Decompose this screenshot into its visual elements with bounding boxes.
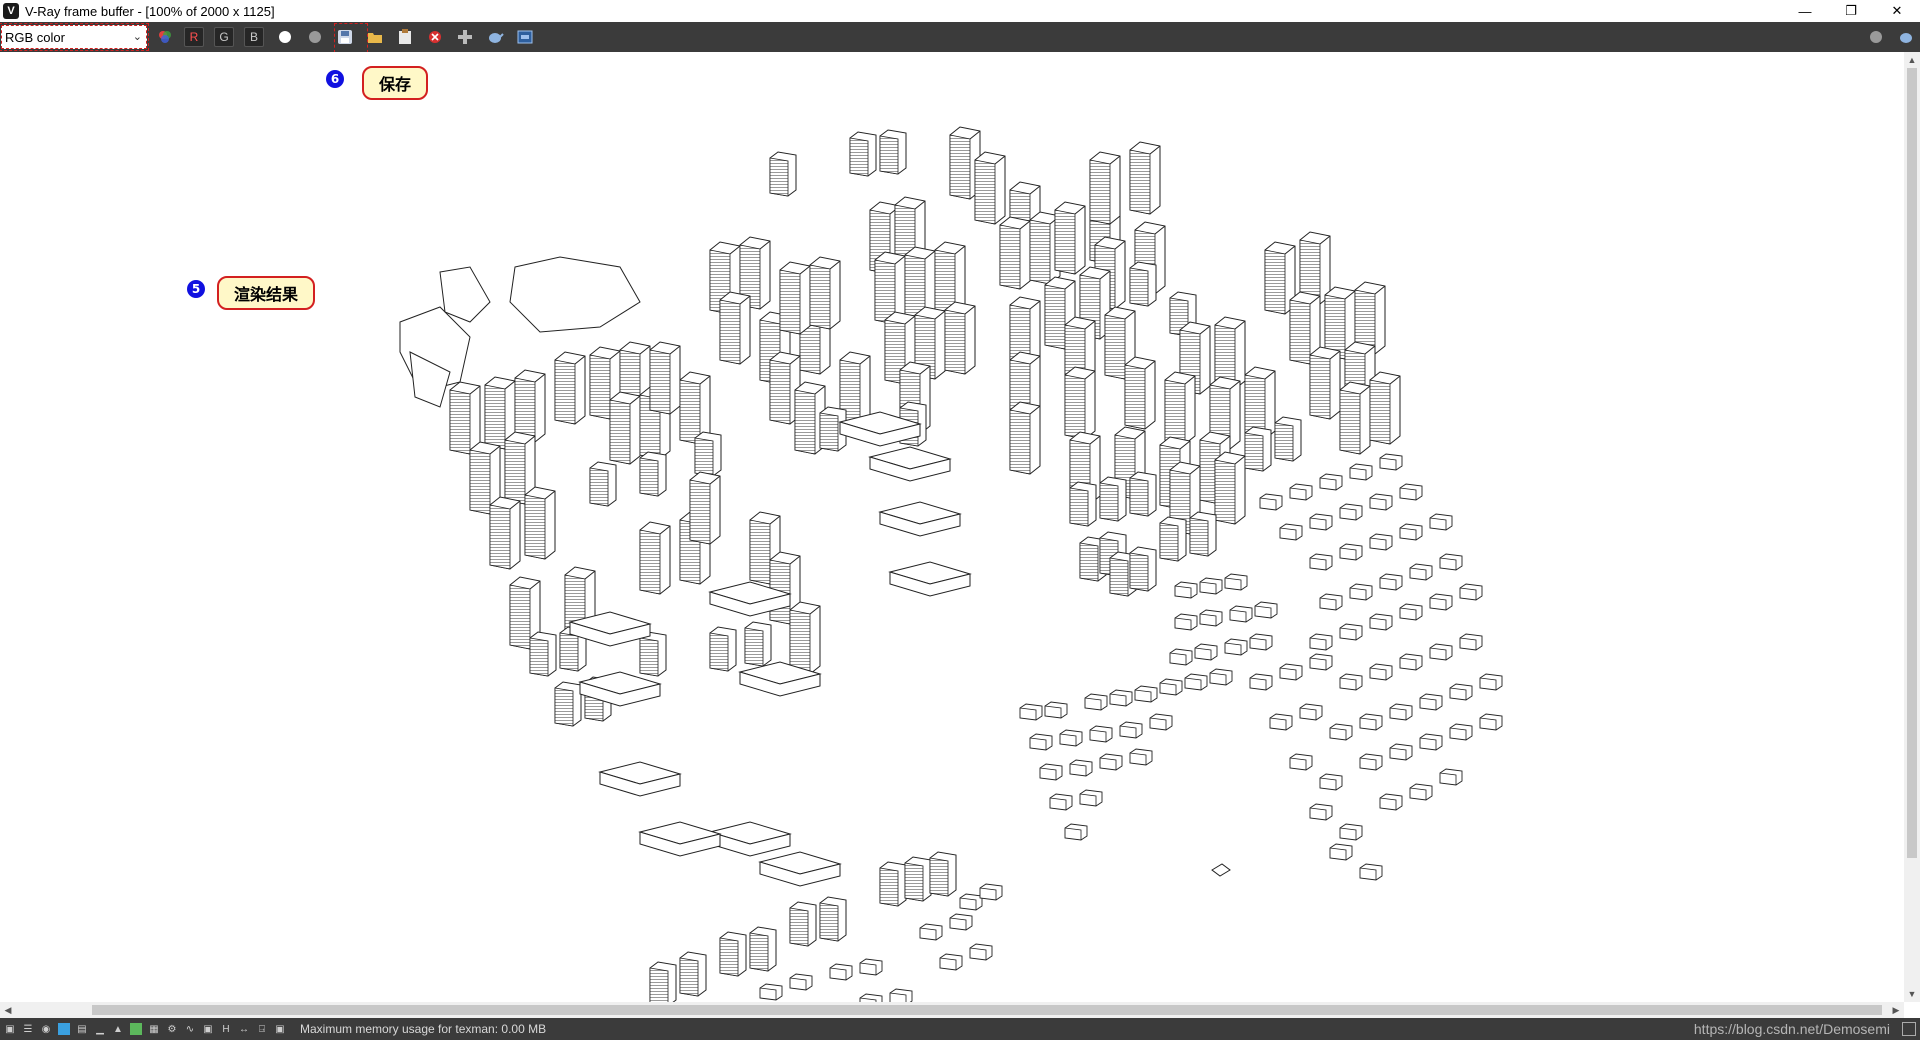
scroll-down-icon[interactable]: ▼ — [1904, 986, 1920, 1002]
render-step-badge: 5 — [187, 280, 205, 298]
split-icon[interactable]: ⍈ — [256, 1023, 268, 1035]
resize-grip-icon[interactable] — [1902, 1022, 1916, 1036]
save-step-badge: 6 — [326, 70, 344, 88]
right-tools — [1866, 27, 1916, 47]
render-settings-icon[interactable] — [1866, 27, 1886, 47]
layers-icon[interactable]: ▤ — [76, 1023, 88, 1035]
histogram-icon[interactable]: ▁ — [94, 1023, 106, 1035]
image-icon[interactable] — [130, 1023, 142, 1035]
vertical-scrollbar[interactable]: ▲ ▼ — [1904, 52, 1920, 1002]
save-callout: 保存 — [362, 66, 428, 100]
horizontal-scrollbar[interactable]: ◀ ▶ — [0, 1002, 1904, 1018]
horizontal-scroll-thumb[interactable] — [92, 1005, 1882, 1015]
list-icon[interactable]: ☰ — [22, 1023, 34, 1035]
channel-select[interactable]: RGB color ⌄ — [0, 23, 149, 51]
color-mode-icon[interactable] — [155, 27, 175, 47]
blue-channel-button[interactable]: B — [244, 27, 264, 47]
vertical-scroll-thumb[interactable] — [1907, 68, 1917, 858]
grid-icon[interactable]: ▦ — [148, 1023, 160, 1035]
villa-field-right — [1249, 453, 1503, 881]
vray-frame-buffer-window: V V-Ray frame buffer - [100% of 2000 x 1… — [0, 0, 1920, 1040]
chevron-down-icon: ⌄ — [132, 31, 142, 43]
villa-field-center — [1019, 573, 1278, 841]
channel-select-value: RGB color — [5, 29, 65, 45]
color-swatch-icon[interactable] — [58, 1023, 70, 1035]
settings-icon[interactable]: ⚙ — [166, 1023, 178, 1035]
lens-icon[interactable]: ▲ — [112, 1023, 124, 1035]
window-controls: — ❐ ✕ — [1782, 0, 1920, 22]
status-bar: ▣ ☰ ◉ ▤ ▁ ▲ ▦ ⚙ ∿ ▣ H ↔ ⍈ ▣ Maximum memo… — [0, 1018, 1920, 1040]
clipboard-icon[interactable] — [395, 27, 415, 47]
render-viewport[interactable]: 6 保存 5 渲染结果 — [0, 52, 1904, 1002]
red-channel-button[interactable]: R — [184, 27, 204, 47]
vray-logo-icon: V — [3, 3, 19, 19]
globe-icon[interactable]: ◉ — [40, 1023, 52, 1035]
vfb-history-icon[interactable] — [515, 27, 535, 47]
title-bar: V V-Ray frame buffer - [100% of 2000 x 1… — [0, 0, 1920, 22]
toolbar: RGB color ⌄ R G B — [0, 22, 1920, 52]
scroll-left-icon[interactable]: ◀ — [0, 1002, 16, 1018]
teapot-icon[interactable] — [485, 27, 505, 47]
clear-icon[interactable] — [425, 27, 445, 47]
restore-button[interactable]: ❐ — [1828, 0, 1874, 22]
window-title: V-Ray frame buffer - [100% of 2000 x 112… — [25, 3, 275, 19]
curve-icon[interactable]: ∿ — [184, 1023, 196, 1035]
scroll-right-icon[interactable]: ▶ — [1888, 1002, 1904, 1018]
track-mouse-icon[interactable] — [455, 27, 475, 47]
rendered-image — [399, 126, 1503, 1002]
memory-status: Maximum memory usage for texman: 0.00 MB — [300, 1022, 547, 1036]
white-dot-icon[interactable] — [275, 27, 295, 47]
watermark: https://blog.csdn.net/Demosemi — [1693, 1021, 1890, 1037]
villa-field-bottom — [649, 851, 1231, 1002]
picture-icon[interactable]: ▣ — [202, 1023, 214, 1035]
status-icons: ▣ ☰ ◉ ▤ ▁ ▲ ▦ ⚙ ∿ ▣ H ↔ ⍈ ▣ — [0, 1023, 286, 1035]
render-callout: 渲染结果 — [217, 276, 315, 310]
open-folder-icon[interactable] — [365, 27, 385, 47]
close-button[interactable]: ✕ — [1874, 0, 1920, 22]
grey-dot-icon[interactable] — [305, 27, 325, 47]
save-highlight — [334, 23, 368, 53]
scroll-up-icon[interactable]: ▲ — [1904, 52, 1920, 68]
green-channel-button[interactable]: G — [214, 27, 234, 47]
pin-icon[interactable]: ▣ — [274, 1023, 286, 1035]
render-icon[interactable] — [1896, 27, 1916, 47]
compare-icon[interactable]: ↔ — [238, 1023, 250, 1035]
h-icon[interactable]: H — [220, 1023, 232, 1035]
save-all-icon[interactable]: ▣ — [4, 1023, 16, 1035]
minimize-button[interactable]: — — [1782, 0, 1828, 22]
